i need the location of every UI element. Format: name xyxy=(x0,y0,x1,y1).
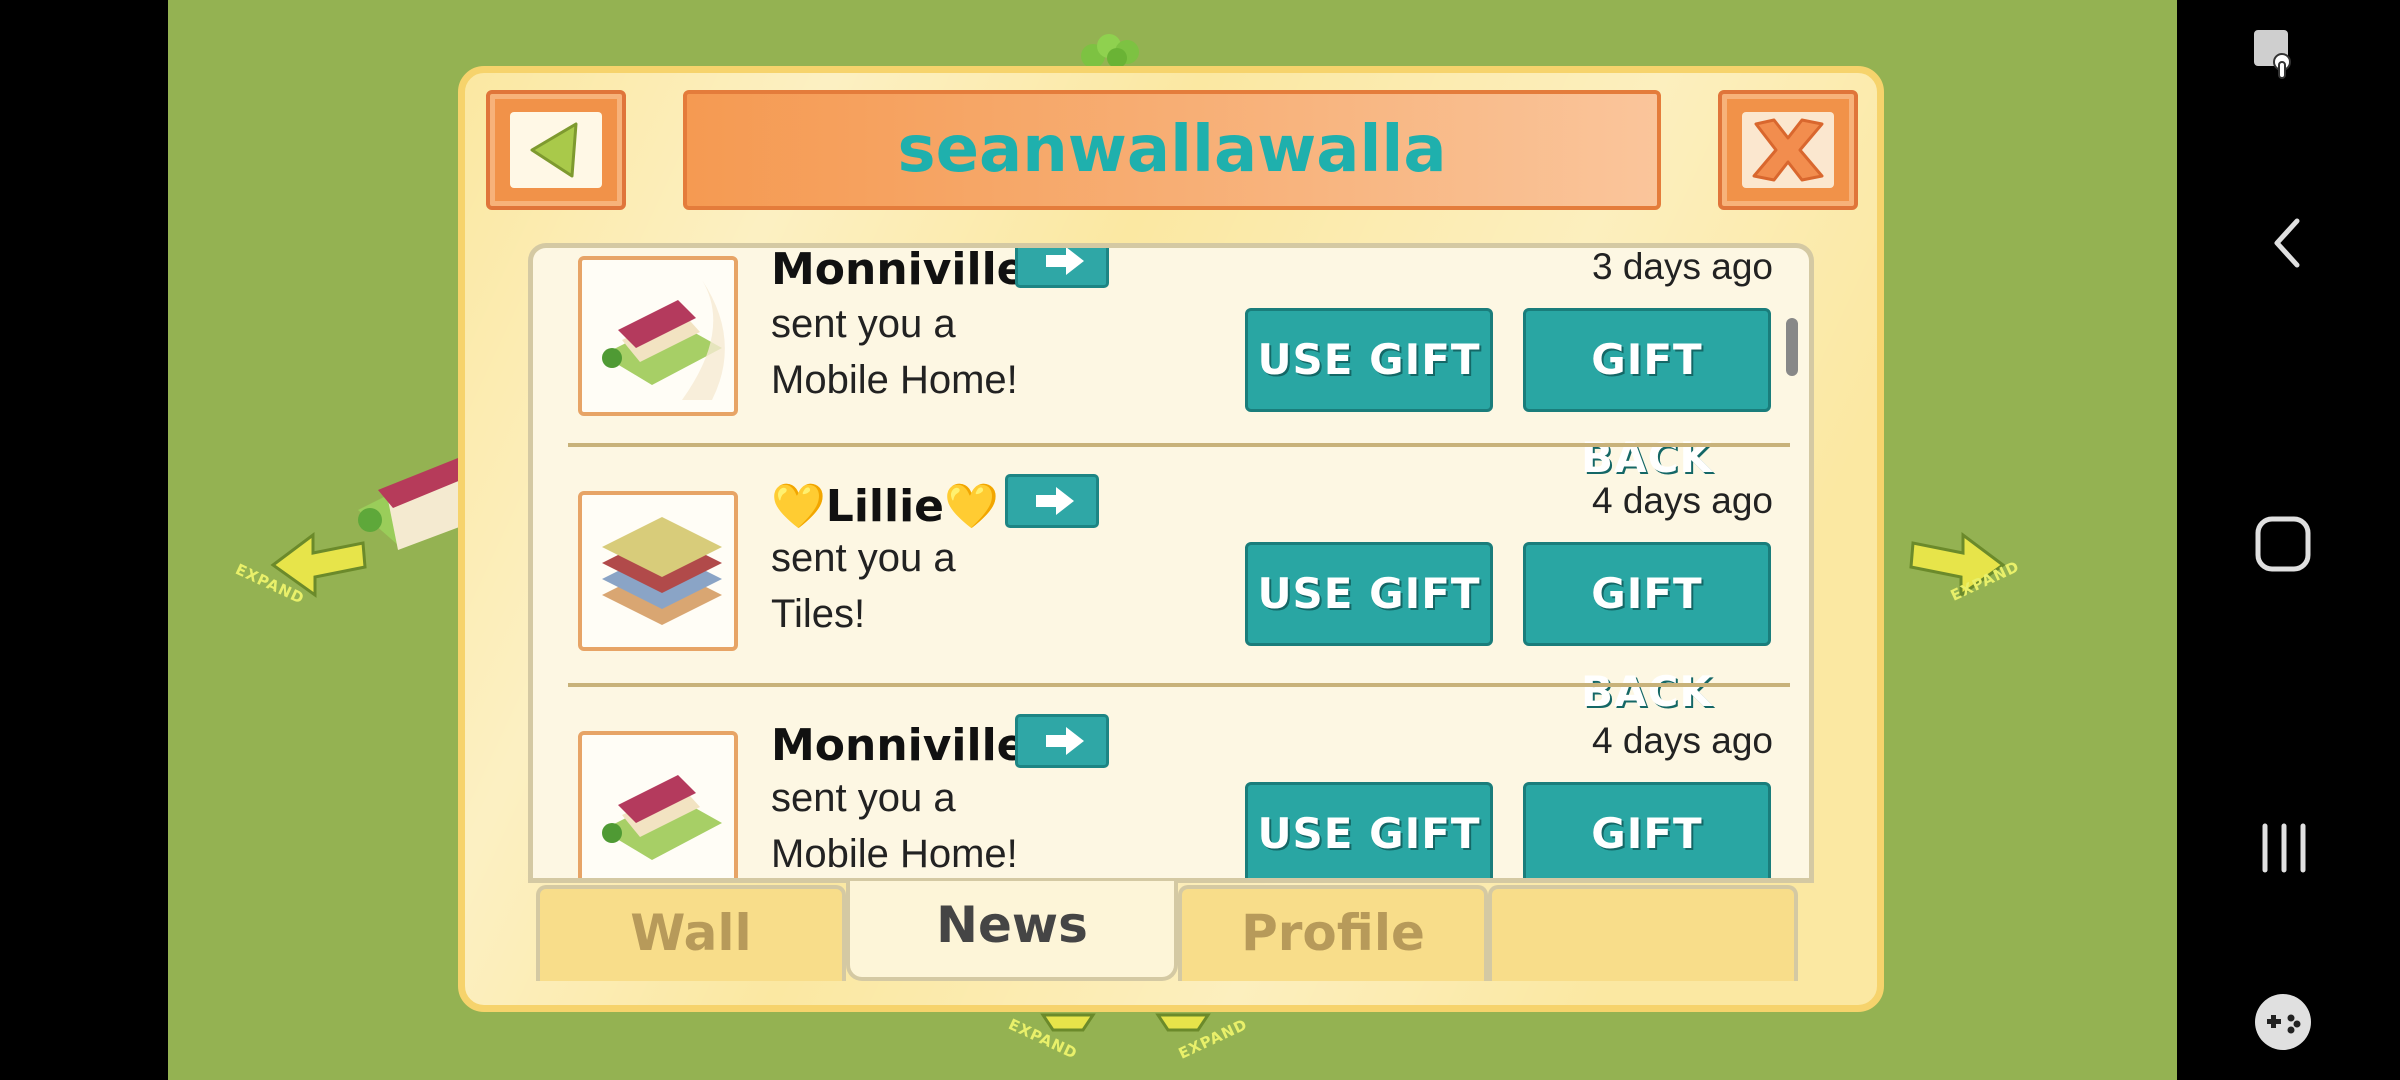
gift-item-thumbnail xyxy=(578,491,738,651)
use-gift-button[interactable]: USE GIFT xyxy=(1245,308,1493,412)
back-button-face xyxy=(510,112,602,188)
visit-friend-button[interactable] xyxy=(1015,248,1109,288)
recents-icon[interactable] xyxy=(2257,820,2311,876)
timestamp: 3 days ago xyxy=(1591,246,1773,287)
divider xyxy=(568,443,1790,447)
arrow-right-icon xyxy=(1046,727,1084,755)
list-item: Monniville sent you a Mobile Home! 4 day… xyxy=(533,714,1809,878)
visit-friend-button[interactable] xyxy=(1005,474,1099,528)
visit-friend-button[interactable] xyxy=(1015,714,1109,768)
back-icon[interactable] xyxy=(2267,215,2307,271)
gift-item-thumbnail xyxy=(578,731,738,878)
mobile-home-icon xyxy=(602,280,725,400)
sender-name: 💛Lillie💛 xyxy=(771,481,999,532)
news-feed-panel[interactable]: Monniville sent you a Mobile Home! 3 day… xyxy=(528,243,1814,883)
use-gift-button[interactable]: USE GIFT xyxy=(1245,782,1493,878)
gift-item-thumbnail xyxy=(578,256,738,416)
gift-message: sent you a Mobile Home! xyxy=(771,302,1018,402)
system-navigation-bar xyxy=(2177,0,2400,1080)
gift-back-button[interactable]: GIFT BACK xyxy=(1523,782,1771,878)
tiles-icon xyxy=(602,517,722,625)
gift-back-button[interactable]: GIFT BACK xyxy=(1523,542,1771,716)
scrollbar-thumb[interactable] xyxy=(1786,318,1798,376)
use-gift-button[interactable]: USE GIFT xyxy=(1245,542,1493,646)
screen-pin-icon[interactable] xyxy=(2252,28,2300,84)
home-icon[interactable] xyxy=(2254,515,2312,573)
gift-message: sent you a Mobile Home! xyxy=(771,776,1018,876)
tab-news[interactable]: News xyxy=(846,881,1178,981)
back-arrow-icon xyxy=(530,122,578,178)
arrow-right-icon xyxy=(1046,248,1084,275)
page-title: seanwallawalla xyxy=(897,113,1447,187)
arrow-right-icon xyxy=(1036,487,1074,515)
tab-empty xyxy=(1488,885,1798,981)
timestamp: 4 days ago xyxy=(1591,720,1773,761)
title-bar: seanwallawalla xyxy=(683,90,1661,210)
gift-back-button[interactable]: GIFT BACK xyxy=(1523,308,1771,482)
close-icon xyxy=(1752,118,1824,182)
tab-profile[interactable]: Profile xyxy=(1178,885,1488,981)
mobile-home-icon xyxy=(602,775,722,860)
tab-bar: Wall News Profile xyxy=(536,881,1808,981)
close-button-face xyxy=(1742,112,1834,188)
list-item: Monniville sent you a Mobile Home! 3 day… xyxy=(533,244,1809,484)
sender-name: Monniville xyxy=(771,720,1027,771)
gift-message: sent you a Tiles! xyxy=(771,536,956,636)
tab-wall[interactable]: Wall xyxy=(536,885,846,981)
game-tools-icon[interactable] xyxy=(2253,992,2313,1052)
letterbox-left xyxy=(0,0,168,1080)
divider xyxy=(568,683,1790,687)
timestamp: 4 days ago xyxy=(1591,480,1773,521)
back-button[interactable] xyxy=(486,90,626,210)
sender-name: Monniville xyxy=(771,244,1027,295)
close-button[interactable] xyxy=(1718,90,1858,210)
bush-decoration xyxy=(1081,34,1139,68)
